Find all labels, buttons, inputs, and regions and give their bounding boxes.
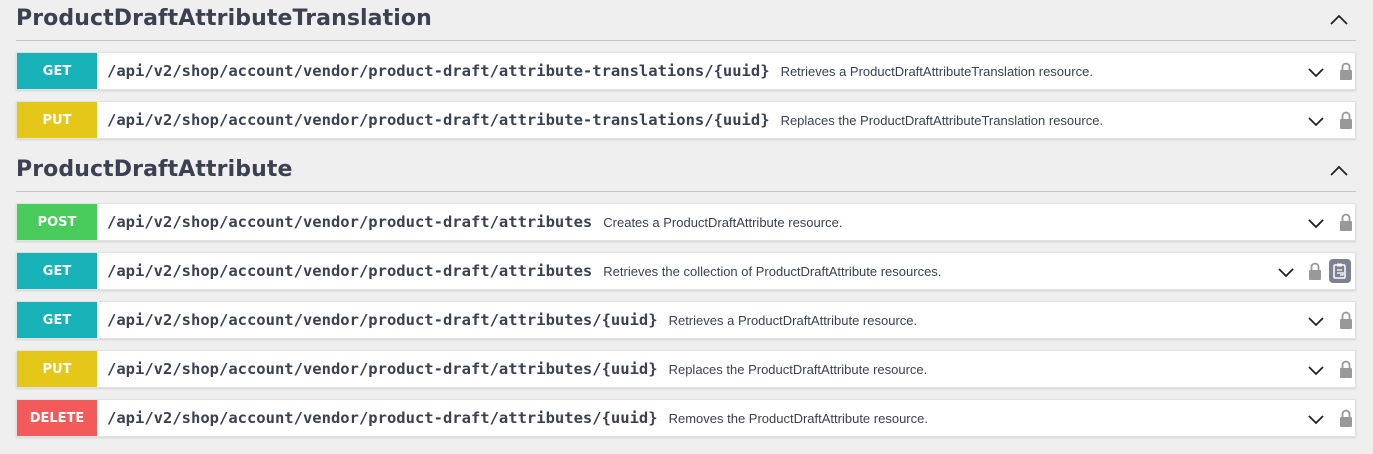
operation-summary: Removes the ProductDraftAttribute resour…: [668, 410, 928, 426]
method-badge: GET: [17, 302, 97, 338]
chevron-down-icon[interactable]: [1307, 114, 1325, 128]
operation-summary: Creates a ProductDraftAttribute resource…: [603, 214, 843, 230]
tag-header[interactable]: ProductDraftAttributeTranslation: [16, 2, 1356, 41]
operation-path: /api/v2/shop/account/vendor/product-draf…: [107, 311, 918, 329]
method-badge: PUT: [17, 351, 97, 387]
chevron-up-icon[interactable]: [1328, 12, 1350, 28]
chevron-down-icon[interactable]: [1307, 412, 1325, 426]
operation-summary: Retrieves a ProductDraftAttributeTransla…: [780, 63, 1093, 79]
method-badge: GET: [17, 53, 97, 89]
copy-to-clipboard-button[interactable]: [1329, 259, 1351, 283]
operation-summary: Replaces the ProductDraftAttributeTransl…: [780, 112, 1104, 128]
method-badge: PUT: [17, 102, 97, 138]
chevron-down-icon[interactable]: [1307, 65, 1325, 79]
operation-path: /api/v2/shop/account/vendor/product-draf…: [107, 62, 1093, 80]
lock-icon[interactable]: [1308, 261, 1322, 281]
chevron-down-icon[interactable]: [1307, 363, 1325, 377]
lock-icon[interactable]: [1339, 110, 1353, 130]
operation-summary: Retrieves a ProductDraftAttribute resour…: [668, 312, 918, 328]
operation-path: /api/v2/shop/account/vendor/product-draf…: [107, 360, 928, 378]
lock-icon[interactable]: [1339, 61, 1353, 81]
chevron-up-icon[interactable]: [1328, 163, 1350, 179]
operation-summary: Retrieves the collection of ProductDraft…: [603, 263, 942, 279]
lock-icon[interactable]: [1339, 408, 1353, 428]
tag-title: ProductDraftAttributeTranslation: [16, 6, 432, 31]
method-badge: POST: [17, 204, 97, 240]
tag-header[interactable]: ProductDraftAttribute: [16, 151, 1356, 192]
operation-path: /api/v2/shop/account/vendor/product-draf…: [107, 111, 1104, 129]
lock-icon[interactable]: [1339, 212, 1353, 232]
method-badge: DELETE: [17, 400, 97, 436]
operation-summary: Replaces the ProductDraftAttribute resou…: [668, 361, 928, 377]
tag-section-productdraftattribute: ProductDraftAttribute POST /api/v2/shop/…: [0, 151, 1373, 437]
method-badge: GET: [17, 253, 97, 289]
operation-row[interactable]: DELETE /api/v2/shop/account/vendor/produ…: [16, 399, 1356, 437]
chevron-down-icon[interactable]: [1307, 314, 1325, 328]
operation-row[interactable]: GET /api/v2/shop/account/vendor/product-…: [16, 52, 1356, 90]
clipboard-copy-icon: [1333, 263, 1346, 279]
lock-icon[interactable]: [1339, 310, 1353, 330]
operation-path: /api/v2/shop/account/vendor/product-draf…: [107, 409, 928, 427]
tag-section-productdraftattributetranslation: ProductDraftAttributeTranslation GET /ap…: [0, 0, 1373, 139]
operation-path: /api/v2/shop/account/vendor/product-draf…: [107, 213, 843, 231]
operation-row[interactable]: GET /api/v2/shop/account/vendor/product-…: [16, 252, 1356, 290]
chevron-down-icon[interactable]: [1307, 216, 1325, 230]
chevron-down-icon[interactable]: [1277, 265, 1295, 279]
operation-row[interactable]: PUT /api/v2/shop/account/vendor/product-…: [16, 350, 1356, 388]
operation-row[interactable]: POST /api/v2/shop/account/vendor/product…: [16, 203, 1356, 241]
lock-icon[interactable]: [1339, 359, 1353, 379]
operation-path: /api/v2/shop/account/vendor/product-draf…: [107, 262, 942, 280]
tag-title: ProductDraftAttribute: [16, 157, 293, 182]
operation-row[interactable]: GET /api/v2/shop/account/vendor/product-…: [16, 301, 1356, 339]
operation-row[interactable]: PUT /api/v2/shop/account/vendor/product-…: [16, 101, 1356, 139]
